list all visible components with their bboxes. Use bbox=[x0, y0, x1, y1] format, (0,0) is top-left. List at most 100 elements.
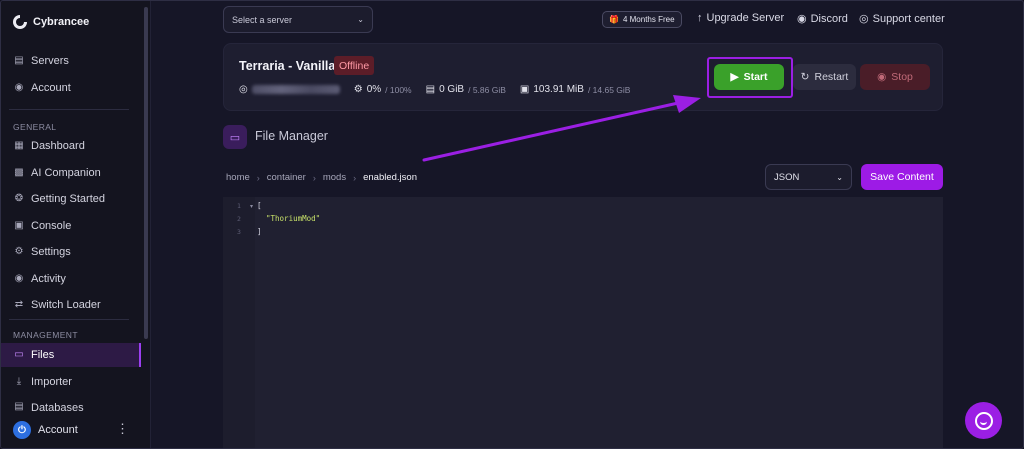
upgrade-server-link[interactable]: ↑ Upgrade Server bbox=[697, 12, 784, 24]
chat-support-button[interactable] bbox=[965, 402, 1002, 439]
sidebar-item-label: Activity bbox=[31, 273, 66, 285]
terminal-icon: ▣ bbox=[14, 220, 24, 231]
stop-label: Stop bbox=[891, 71, 913, 83]
breadcrumb: home › container › mods › enabled.json bbox=[226, 172, 417, 183]
more-options-icon[interactable]: ⋮ bbox=[116, 422, 129, 435]
code-editor[interactable]: 1 ▾ 2 3 [ "ThoriumMod" ] bbox=[223, 197, 943, 448]
server-select-placeholder: Select a server bbox=[232, 14, 293, 25]
sidebar-item-importer[interactable]: ⤓ Importer bbox=[1, 370, 141, 394]
sidebar-item-servers[interactable]: ▤ Servers bbox=[1, 49, 141, 73]
app-window: Cybrancee ▤ Servers ◉ Account GENERAL ▦ … bbox=[0, 0, 1024, 449]
sidebar-item-label: Console bbox=[31, 220, 72, 232]
support-center-link[interactable]: ◎ Support center bbox=[859, 12, 945, 26]
brand-name: Cybrancee bbox=[33, 16, 90, 28]
sidebar-item-label: Dashboard bbox=[31, 140, 85, 152]
disk-stat: ▣ 103.91 MiB / 14.65 GiB bbox=[520, 84, 631, 95]
sidebar-item-label: Settings bbox=[31, 246, 71, 258]
line-number: 1 bbox=[237, 202, 241, 210]
line-number: 3 bbox=[237, 228, 241, 236]
server-select[interactable]: Select a server ⌄ bbox=[223, 6, 373, 33]
line-number: 2 bbox=[237, 215, 241, 223]
chevron-right-icon: › bbox=[256, 172, 260, 183]
chevron-down-icon: ⌄ bbox=[357, 15, 364, 24]
sidebar-item-ai-companion[interactable]: ▩ AI Companion bbox=[1, 161, 141, 185]
sidebar-item-switch-loader[interactable]: ⇄ Switch Loader bbox=[1, 293, 141, 317]
sidebar-item-label: Files bbox=[31, 349, 55, 361]
stop-circle-icon: ◉ bbox=[877, 71, 887, 83]
gear-icon: ⚙ bbox=[14, 246, 24, 257]
cpu-icon: ⚙ bbox=[353, 84, 363, 95]
server-status-card: Terraria - Vanilla Offline ◎ ⚙ 0% / 100%… bbox=[223, 43, 943, 111]
breadcrumb-item-mods[interactable]: mods bbox=[323, 172, 346, 183]
code-line: [ bbox=[257, 201, 262, 210]
sidebar-item-label: Databases bbox=[31, 402, 84, 413]
chevron-down-icon: ⌄ bbox=[836, 172, 843, 182]
sidebar-divider bbox=[9, 109, 129, 110]
breadcrumb-item-home[interactable]: home bbox=[226, 172, 250, 183]
memory-stat: ▤ 0 GiB / 5.86 GiB bbox=[426, 84, 506, 95]
cpu-stat: ⚙ 0% / 100% bbox=[354, 84, 412, 95]
account-label: Account bbox=[38, 424, 78, 436]
sidebar-item-label: Account bbox=[31, 82, 71, 94]
chevron-right-icon: › bbox=[353, 172, 357, 183]
ip-address-stat: ◎ bbox=[239, 84, 340, 95]
swap-icon: ⇄ bbox=[14, 299, 24, 310]
disk-value: 103.91 MiB bbox=[533, 84, 584, 95]
restart-button[interactable]: ↻ Restart bbox=[793, 64, 856, 90]
logo-icon bbox=[13, 15, 27, 29]
robot-icon: ▩ bbox=[14, 167, 24, 178]
promo-label: 4 Months Free bbox=[622, 15, 675, 24]
database-icon: ▤ bbox=[14, 401, 24, 412]
breadcrumb-item-container[interactable]: container bbox=[267, 172, 306, 183]
sidebar-item-dashboard[interactable]: ▦ Dashboard bbox=[1, 134, 141, 158]
sidebar-item-settings[interactable]: ⚙ Settings bbox=[1, 240, 141, 264]
stop-button[interactable]: ◉ Stop bbox=[860, 64, 930, 90]
folder-icon: ▭ bbox=[14, 349, 24, 360]
cpu-value: 0% bbox=[366, 84, 382, 95]
save-content-button[interactable]: Save Content bbox=[861, 164, 943, 190]
language-select[interactable]: JSON ⌄ bbox=[765, 164, 852, 190]
status-badge: Offline bbox=[334, 56, 375, 75]
sidebar-item-label: Importer bbox=[31, 376, 72, 388]
globe-icon: ◎ bbox=[859, 13, 869, 25]
discord-icon: ◉ bbox=[797, 13, 807, 25]
promo-badge[interactable]: 🎁 4 Months Free bbox=[602, 11, 682, 28]
disk-limit: / 14.65 GiB bbox=[587, 84, 631, 95]
folder-icon: ▭ bbox=[223, 125, 247, 149]
brand-logo[interactable]: Cybrancee bbox=[13, 15, 89, 29]
language-value: JSON bbox=[774, 171, 800, 183]
sidebar-item-label: Servers bbox=[31, 55, 69, 67]
upgrade-label: Upgrade Server bbox=[706, 12, 785, 24]
sidebar-item-console[interactable]: ▣ Console bbox=[1, 214, 141, 238]
sidebar-item-getting-started[interactable]: ❂ Getting Started bbox=[1, 187, 141, 211]
avatar: ⏻ bbox=[13, 421, 31, 439]
refresh-icon: ↻ bbox=[800, 71, 810, 83]
account-icon: ◉ bbox=[14, 82, 24, 93]
sidebar-item-files[interactable]: ▭ Files bbox=[1, 343, 141, 367]
arrow-up-icon: ↑ bbox=[697, 12, 703, 24]
annotation-highlight-box bbox=[707, 57, 793, 98]
sidebar-item-label: Switch Loader bbox=[31, 299, 101, 311]
support-label: Support center bbox=[872, 12, 945, 25]
discord-link[interactable]: ◉ Discord bbox=[797, 12, 848, 26]
sidebar-item-label: Getting Started bbox=[31, 193, 105, 205]
sidebar-item-label: AI Companion bbox=[31, 167, 101, 179]
redacted-ip bbox=[251, 85, 340, 94]
server-icon: ▤ bbox=[14, 55, 24, 66]
sidebar-item-databases[interactable]: ▤ Databases bbox=[1, 397, 141, 414]
sidebar-scrollbar[interactable] bbox=[144, 7, 148, 339]
section-label-management: MANAGEMENT bbox=[13, 330, 78, 340]
cpu-limit: / 100% bbox=[385, 84, 412, 95]
section-label-general: GENERAL bbox=[13, 122, 57, 132]
server-stats: ◎ ⚙ 0% / 100% ▤ 0 GiB / 5.86 GiB ▣ 103.9… bbox=[239, 84, 644, 95]
discord-label: Discord bbox=[810, 12, 848, 25]
server-name: Terraria - Vanilla bbox=[239, 59, 336, 73]
memory-icon: ▤ bbox=[425, 84, 436, 95]
breadcrumb-current-file: enabled.json bbox=[363, 172, 417, 183]
sidebar-item-activity[interactable]: ◉ Activity bbox=[1, 267, 141, 291]
eye-icon: ◉ bbox=[14, 273, 24, 284]
restart-label: Restart bbox=[814, 71, 849, 83]
sidebar-item-account[interactable]: ◉ Account bbox=[1, 76, 141, 100]
fold-arrow-icon[interactable]: ▾ bbox=[250, 203, 253, 210]
memory-limit: / 5.86 GiB bbox=[468, 84, 506, 95]
